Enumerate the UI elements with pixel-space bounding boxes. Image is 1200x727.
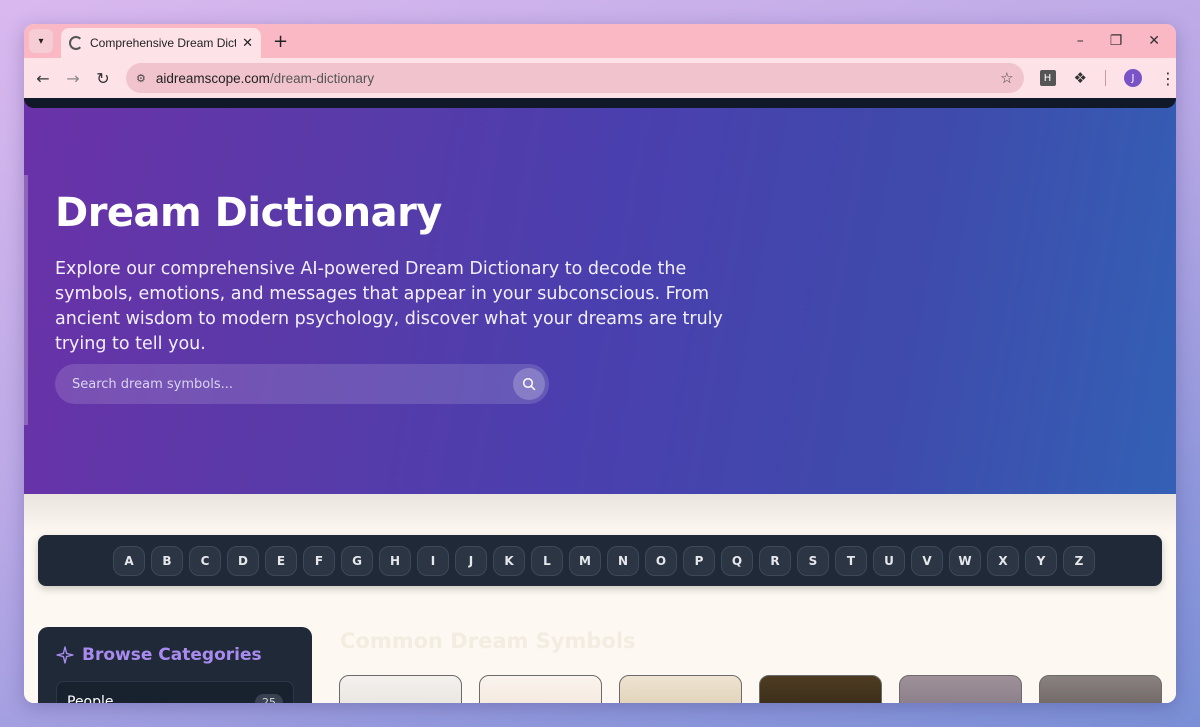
letter-button-m[interactable]: M bbox=[569, 545, 601, 576]
restore-icon[interactable]: ❐ bbox=[1110, 33, 1123, 49]
letter-button-x[interactable]: X bbox=[987, 545, 1019, 576]
letter-button-u[interactable]: U bbox=[873, 545, 905, 576]
sidebar-item-label: People bbox=[67, 694, 114, 703]
letter-button-b[interactable]: B bbox=[151, 545, 183, 576]
letter-button-h[interactable]: H bbox=[379, 545, 411, 576]
sidebar-item-people[interactable]: People 25 bbox=[56, 681, 294, 703]
letter-button-d[interactable]: D bbox=[227, 545, 259, 576]
categories-heading: Browse Categories bbox=[56, 645, 294, 665]
letter-button-f[interactable]: F bbox=[303, 545, 335, 576]
symbol-card-reaching-hand[interactable] bbox=[759, 675, 882, 703]
tab-title: Comprehensive Dream Dictiona bbox=[90, 36, 237, 50]
tab-strip: ▾ Comprehensive Dream Dictiona ✕ + – ❐ ✕ bbox=[24, 24, 1176, 58]
address-bar[interactable]: ⚙ aidreamscope.com/dream-dictionary ☆ bbox=[125, 63, 1024, 93]
section-title: Common Dream Symbols bbox=[340, 629, 636, 653]
url-path: /dream-dictionary bbox=[269, 70, 375, 86]
search-icon bbox=[522, 377, 536, 391]
url-domain: aidreamscope.com bbox=[155, 70, 270, 86]
letter-button-o[interactable]: O bbox=[645, 545, 677, 576]
profile-avatar[interactable]: J bbox=[1124, 69, 1142, 87]
browser-window: ▾ Comprehensive Dream Dictiona ✕ + – ❐ ✕… bbox=[24, 24, 1176, 703]
letter-button-e[interactable]: E bbox=[265, 545, 297, 576]
back-icon[interactable]: ← bbox=[28, 69, 58, 88]
letter-button-i[interactable]: I bbox=[417, 545, 449, 576]
letter-button-s[interactable]: S bbox=[797, 545, 829, 576]
tab-search-button[interactable]: ▾ bbox=[29, 29, 53, 53]
reload-icon[interactable]: ↻ bbox=[88, 69, 118, 88]
page-title: Dream Dictionary bbox=[55, 190, 442, 236]
hero-description: Explore our comprehensive AI-powered Dre… bbox=[55, 259, 723, 354]
letter-button-a[interactable]: A bbox=[113, 545, 145, 576]
minimize-icon[interactable]: – bbox=[1077, 33, 1084, 49]
tab-close-icon[interactable]: ✕ bbox=[242, 36, 253, 51]
categories-heading-label: Browse Categories bbox=[82, 645, 262, 665]
extension-h-icon[interactable]: H bbox=[1039, 70, 1056, 86]
moon-favicon-icon bbox=[69, 36, 83, 50]
sidebar-item-count: 25 bbox=[255, 693, 283, 703]
more-menu-icon[interactable]: ⋮ bbox=[1160, 69, 1176, 88]
active-tab[interactable]: Comprehensive Dream Dictiona ✕ bbox=[61, 28, 261, 58]
site-nav-bar bbox=[24, 98, 1176, 108]
hero-shadow bbox=[24, 494, 1176, 534]
search-bar[interactable]: Search dream symbols... bbox=[55, 364, 549, 404]
letter-button-t[interactable]: T bbox=[835, 545, 867, 576]
symbol-card-hand[interactable] bbox=[479, 675, 602, 703]
letter-button-y[interactable]: Y bbox=[1025, 545, 1057, 576]
symbol-card-panther[interactable] bbox=[339, 675, 462, 703]
search-button[interactable] bbox=[513, 368, 545, 400]
symbol-card-stone-wall[interactable] bbox=[899, 675, 1022, 703]
symbol-cards bbox=[339, 675, 1162, 703]
hero-accent-bar bbox=[24, 175, 28, 425]
letter-button-w[interactable]: W bbox=[949, 545, 981, 576]
letter-button-n[interactable]: N bbox=[607, 545, 639, 576]
extensions-puzzle-icon[interactable]: ❖ bbox=[1074, 69, 1087, 87]
letter-button-c[interactable]: C bbox=[189, 545, 221, 576]
letter-button-p[interactable]: P bbox=[683, 545, 715, 576]
alphabet-nav: ABCDEFGHIJKLMNOPQRSTUVWXYZ bbox=[38, 535, 1162, 586]
letter-button-r[interactable]: R bbox=[759, 545, 791, 576]
forward-icon[interactable]: → bbox=[58, 69, 88, 88]
browser-toolbar: ← → ↻ ⚙ aidreamscope.com/dream-dictionar… bbox=[24, 58, 1176, 98]
letter-button-g[interactable]: G bbox=[341, 545, 373, 576]
site-info-icon[interactable]: ⚙ bbox=[136, 72, 146, 85]
new-tab-button[interactable]: + bbox=[273, 31, 288, 52]
symbol-card-fire[interactable] bbox=[1039, 675, 1162, 703]
close-window-icon[interactable]: ✕ bbox=[1148, 33, 1160, 49]
sparkle-icon bbox=[56, 646, 74, 664]
symbol-card-spider[interactable] bbox=[619, 675, 742, 703]
search-input[interactable]: Search dream symbols... bbox=[72, 377, 513, 392]
letter-button-z[interactable]: Z bbox=[1063, 545, 1095, 576]
letter-button-q[interactable]: Q bbox=[721, 545, 753, 576]
letter-button-v[interactable]: V bbox=[911, 545, 943, 576]
page-content: Dream Dictionary Explore our comprehensi… bbox=[24, 98, 1176, 703]
letter-button-j[interactable]: J bbox=[455, 545, 487, 576]
bookmark-star-icon[interactable]: ☆ bbox=[1000, 69, 1013, 87]
toolbar-divider bbox=[1105, 70, 1106, 86]
hero-section: Dream Dictionary Explore our comprehensi… bbox=[24, 98, 1176, 494]
letter-button-l[interactable]: L bbox=[531, 545, 563, 576]
categories-sidebar: Browse Categories People 25 bbox=[38, 627, 312, 703]
letter-button-k[interactable]: K bbox=[493, 545, 525, 576]
